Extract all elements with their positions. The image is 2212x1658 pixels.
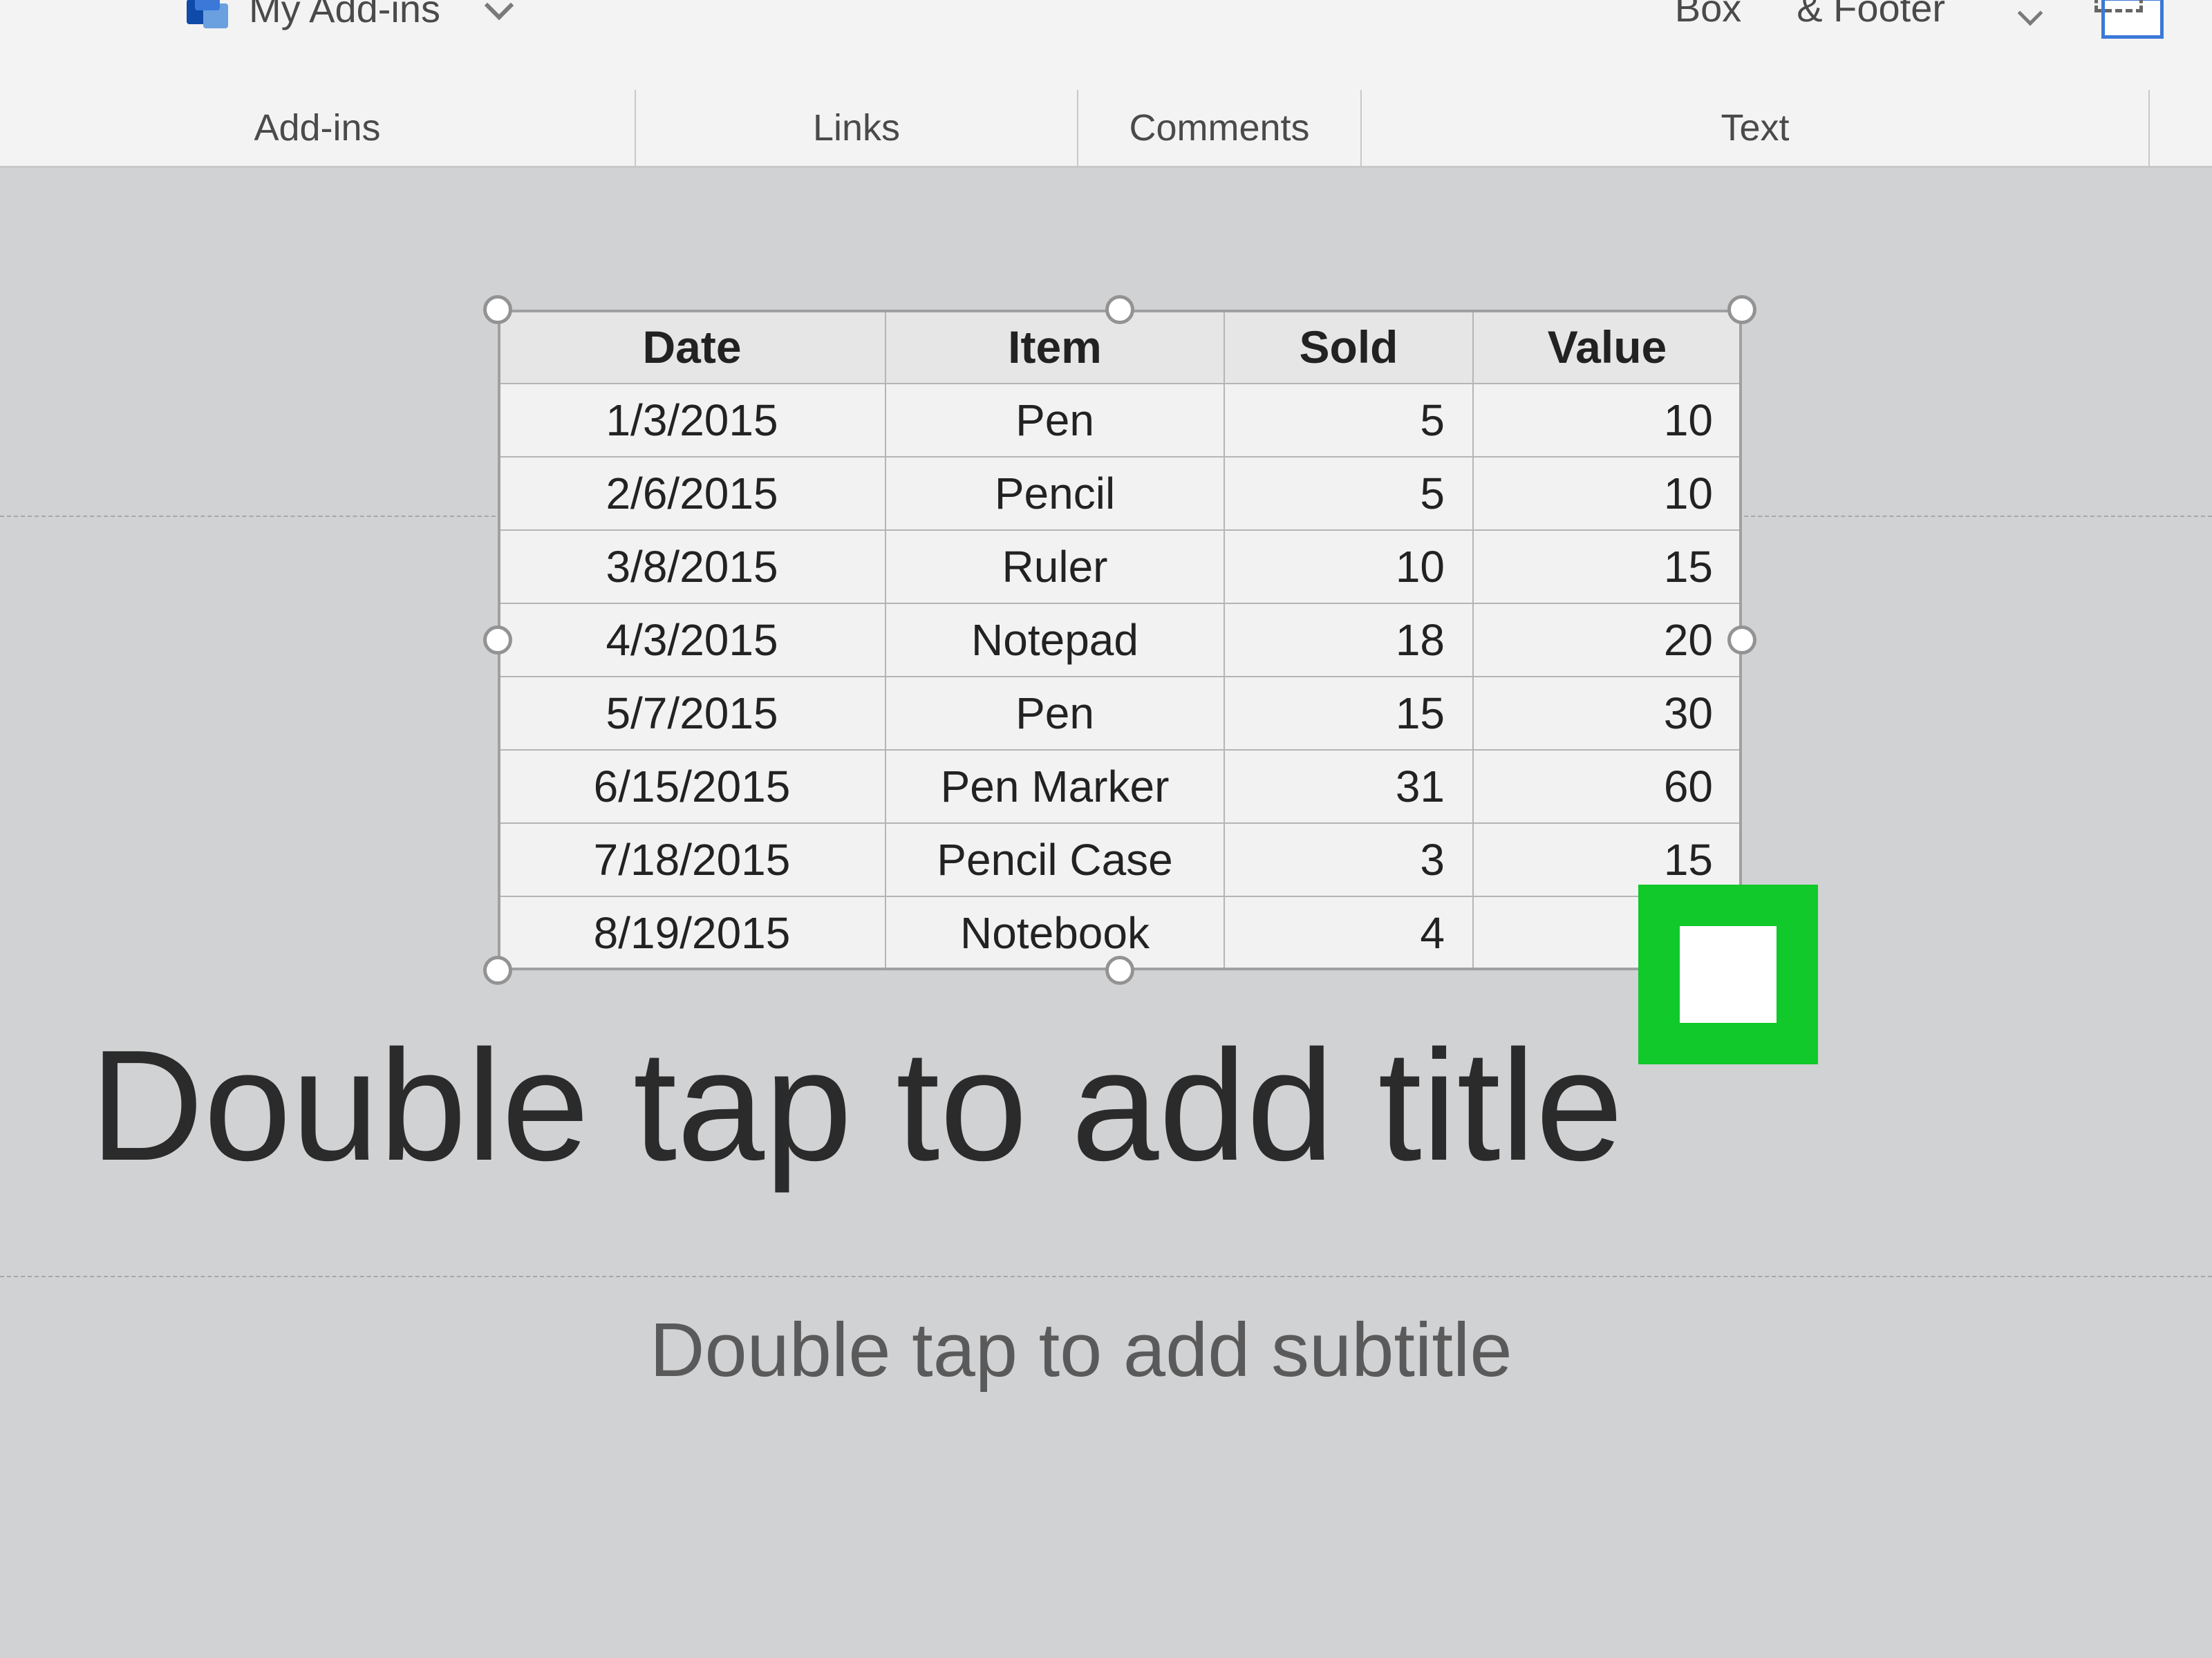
header-footer-label: & Footer: [1797, 0, 1945, 30]
resize-handle[interactable]: [1727, 295, 1756, 324]
resize-handle[interactable]: [483, 295, 512, 324]
chevron-down-icon[interactable]: [485, 0, 514, 20]
fit-slide-icon[interactable]: [2094, 0, 2164, 33]
my-addins-button[interactable]: My Add-ins: [0, 0, 509, 31]
chevron-down-icon[interactable]: [2018, 1, 2043, 26]
ribbon-group-label: Text: [1721, 106, 1789, 149]
ribbon-group-label: Add-ins: [254, 106, 380, 149]
selection-border: [498, 310, 1742, 970]
text-box-label: Box: [1675, 0, 1742, 30]
table-object[interactable]: Date Item Sold Value 1/3/2015Pen5102/6/2…: [498, 310, 1742, 970]
ribbon-group-label: Comments: [1129, 106, 1309, 149]
ribbon-group-tail: [2150, 90, 2212, 166]
header-footer-button[interactable]: & Footer: [1797, 0, 1945, 30]
ribbon-group-links: Links: [636, 90, 1078, 166]
ribbon: My Add-ins Box & Footer Add-ins Links Co…: [0, 0, 2212, 168]
ribbon-group-label: Links: [813, 106, 900, 149]
highlight-callout: [1638, 885, 1818, 1064]
my-addins-label: My Add-ins: [249, 0, 440, 31]
title-placeholder[interactable]: Double tap to add title: [90, 1016, 2205, 1196]
ribbon-group-comments: Comments: [1078, 90, 1362, 166]
resize-handle[interactable]: [1105, 295, 1134, 324]
ruler-guide: [0, 1276, 2212, 1277]
text-box-button[interactable]: Box: [1675, 0, 1742, 30]
resize-handle[interactable]: [1727, 625, 1756, 654]
ribbon-group-text: Text: [1362, 90, 2150, 166]
resize-handle[interactable]: [1105, 956, 1134, 985]
subtitle-placeholder[interactable]: Double tap to add subtitle: [650, 1306, 1512, 1394]
ribbon-group-addins: Add-ins: [0, 90, 636, 166]
addins-icon: [180, 0, 228, 30]
resize-handle[interactable]: [483, 956, 512, 985]
resize-handle[interactable]: [483, 625, 512, 654]
